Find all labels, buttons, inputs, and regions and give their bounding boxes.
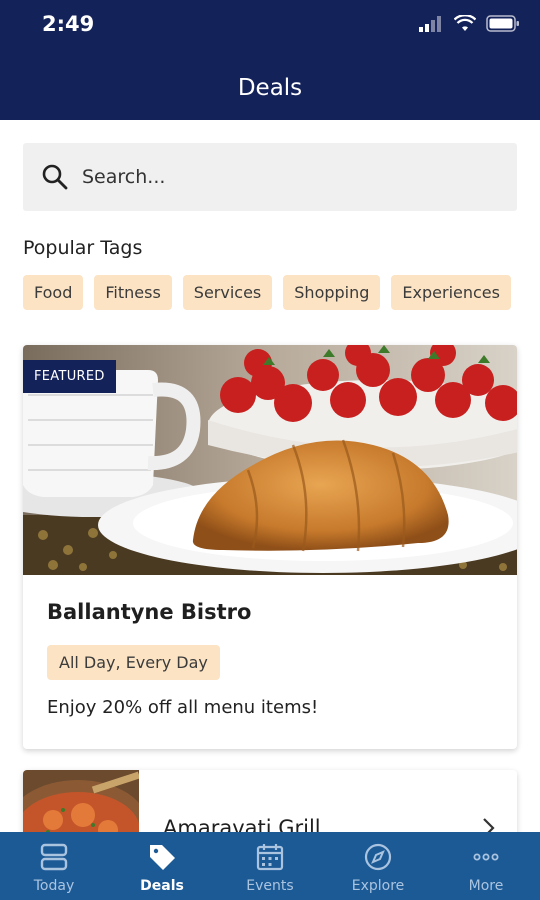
bottom-tab-bar: Today Deals Events Explore More [0, 832, 540, 900]
status-bar: 2:49 [0, 0, 540, 56]
app-header: Deals [0, 56, 540, 120]
search-placeholder: Search... [82, 166, 166, 188]
tag-services[interactable]: Services [182, 275, 273, 310]
wifi-icon [454, 15, 476, 31]
search-icon [42, 164, 68, 190]
battery-icon [486, 15, 519, 32]
tab-deals[interactable]: Deals [108, 832, 216, 900]
tag-fitness[interactable]: Fitness [94, 275, 172, 310]
deal-card-featured[interactable]: FEATURED Ballantyne Bistro All Day, Ever… [23, 345, 517, 749]
tab-events[interactable]: Events [216, 832, 324, 900]
tag-icon [150, 845, 175, 870]
tab-explore[interactable]: Explore [324, 832, 432, 900]
status-icons [418, 15, 520, 32]
tab-label: Today [33, 878, 75, 894]
tab-label: Explore [351, 878, 405, 894]
status-time: 2:49 [42, 12, 95, 36]
deal-availability: All Day, Every Day [47, 645, 220, 680]
today-icon [40, 843, 68, 871]
tab-label: More [468, 878, 504, 894]
tag-food[interactable]: Food [23, 275, 84, 310]
signal-icon [419, 15, 441, 32]
popular-tags-label: Popular Tags [23, 237, 143, 259]
tab-label: Deals [140, 878, 184, 894]
featured-badge: FEATURED [23, 360, 116, 393]
page-title: Deals [237, 75, 303, 101]
popular-tags: Food Fitness Services Shopping Experienc… [23, 275, 511, 310]
tag-experiences[interactable]: Experiences [391, 275, 511, 310]
tab-today[interactable]: Today [0, 832, 108, 900]
more-dots-icon [473, 853, 499, 861]
compass-icon [364, 843, 392, 871]
tag-shopping[interactable]: Shopping [283, 275, 381, 310]
calendar-icon [256, 844, 284, 871]
deal-description: Enjoy 20% off all menu items! [47, 697, 319, 718]
tab-label: Events [246, 878, 294, 894]
deal-title: Ballantyne Bistro [47, 600, 252, 624]
search-input[interactable]: Search... [23, 143, 517, 211]
tab-more[interactable]: More [432, 832, 540, 900]
